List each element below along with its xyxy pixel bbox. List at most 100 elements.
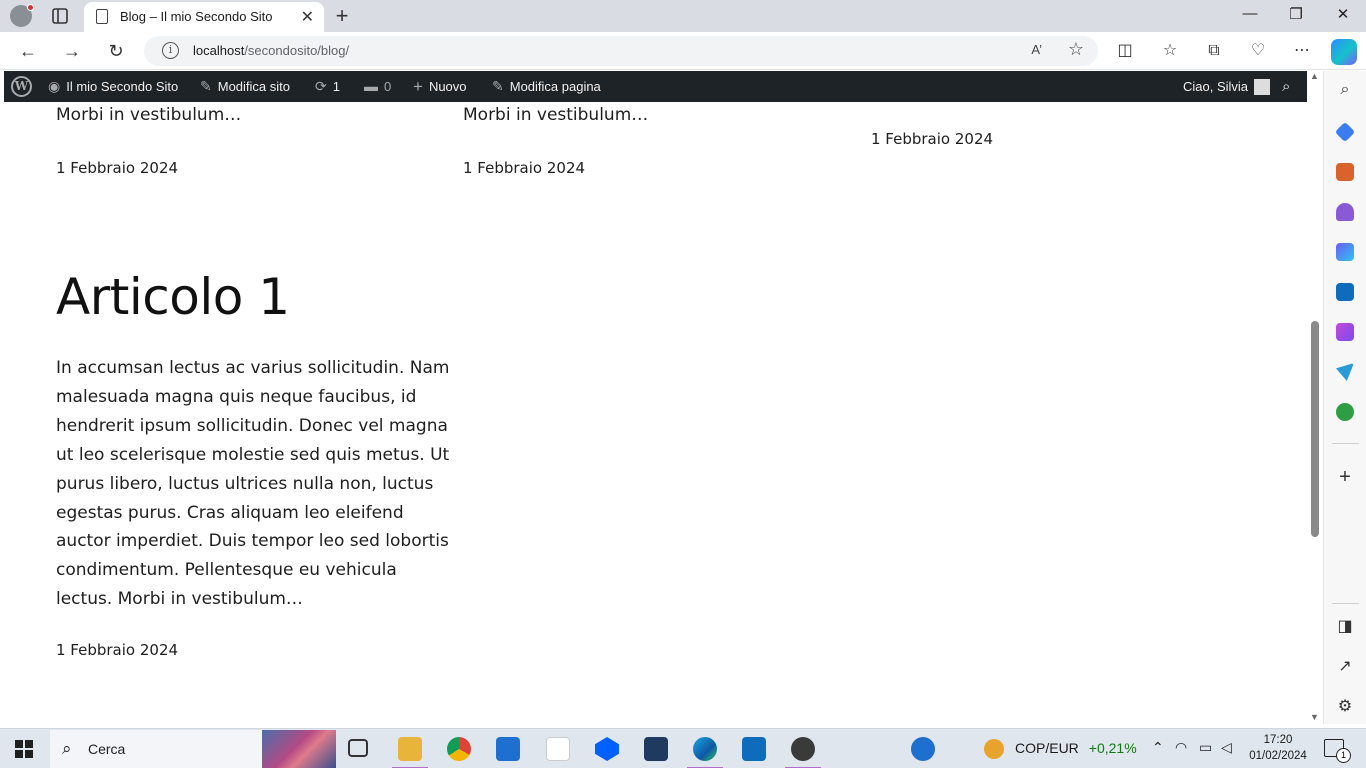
gear-icon[interactable]: ⚙ xyxy=(1334,696,1356,716)
address-bar-row: ← → ↻ i localhost/secondosito/blog/ A’ ☆… xyxy=(0,32,1366,70)
back-button[interactable]: ← xyxy=(16,39,40,63)
restore-button[interactable]: ❐ xyxy=(1286,5,1306,23)
search-highlight-image xyxy=(262,730,336,768)
post-date-main: 1 Febbraio 2024 xyxy=(56,641,179,659)
chrome-icon[interactable] xyxy=(447,737,471,761)
copilot-app-icon[interactable] xyxy=(1336,243,1354,261)
notification-badge: 1 xyxy=(1336,748,1351,763)
updates-count: 1 xyxy=(332,79,340,94)
admin-bar-updates[interactable]: ⟳ 1 xyxy=(315,71,340,102)
user-avatar-icon xyxy=(1254,78,1271,95)
taskbar-search-label: Cerca xyxy=(88,741,126,757)
taskbar-search[interactable]: ⌕ Cerca xyxy=(50,730,336,768)
copilot-icon[interactable] xyxy=(1331,39,1357,65)
edge-icon[interactable] xyxy=(687,737,723,768)
collections-icon[interactable]: ⧉ xyxy=(1202,39,1226,63)
page-scrollbar[interactable]: ▲ ▼ xyxy=(1307,71,1323,724)
favorite-star-icon[interactable]: ☆ xyxy=(1068,39,1084,60)
page-content: Morbi in vestibulum… Morbi in vestibulum… xyxy=(4,102,1307,724)
plus-icon: + xyxy=(413,77,423,96)
url-text[interactable]: localhost/secondosito/blog/ xyxy=(193,43,349,58)
tag-icon[interactable] xyxy=(1334,121,1356,143)
address-bar[interactable]: i localhost/secondosito/blog/ A’ ☆ xyxy=(144,36,1098,66)
site-name-label: Il mio Secondo Sito xyxy=(66,79,179,94)
outlook-icon[interactable] xyxy=(1336,283,1354,301)
powershell-icon[interactable] xyxy=(644,737,668,761)
minimize-button[interactable]: — xyxy=(1240,5,1260,22)
close-window-button[interactable]: ✕ xyxy=(1333,5,1353,23)
help-icon[interactable] xyxy=(911,737,935,761)
file-explorer-icon[interactable] xyxy=(392,737,428,768)
customize-label: Modifica sito xyxy=(217,79,290,94)
close-tab-icon[interactable]: ✕ xyxy=(301,7,314,27)
task-view-icon[interactable] xyxy=(348,739,368,757)
updates-icon: ⟳ xyxy=(315,78,327,94)
plus-icon[interactable]: + xyxy=(1334,466,1356,489)
post-excerpt-end-1: Morbi in vestibulum… xyxy=(56,105,242,125)
browser-essentials-icon[interactable]: ♡ xyxy=(1246,39,1270,63)
admin-bar-edit-page[interactable]: ✎ Modifica pagina xyxy=(492,71,601,102)
wifi-icon[interactable]: ◠ xyxy=(1175,739,1187,756)
admin-bar-new[interactable]: + Nuovo xyxy=(413,71,467,102)
mail-icon[interactable] xyxy=(742,737,766,761)
coins-icon[interactable] xyxy=(984,739,1004,759)
sidebar-toggle-icon[interactable]: ◨ xyxy=(1334,616,1356,636)
briefcase-icon[interactable] xyxy=(1336,163,1354,181)
amazon-icon[interactable] xyxy=(546,737,570,761)
admin-bar-site-name[interactable]: ◉ Il mio Secondo Sito xyxy=(48,71,178,102)
edit-page-label: Modifica pagina xyxy=(509,79,601,94)
new-tab-button[interactable]: + xyxy=(330,3,354,29)
system-clock[interactable]: 17:20 01/02/2024 xyxy=(1248,732,1308,764)
scroll-down-icon[interactable]: ▼ xyxy=(1310,712,1319,722)
dashboard-icon: ◉ xyxy=(48,78,61,94)
chess-icon[interactable] xyxy=(1336,203,1354,221)
url-path: /secondosito/blog/ xyxy=(244,43,350,58)
tab-actions-icon[interactable] xyxy=(50,6,70,26)
edge-sidebar: ⌕ + ◨ ↗ ⚙ xyxy=(1323,71,1366,724)
more-options-icon[interactable]: ⋯ xyxy=(1290,39,1314,63)
browser-tab-strip: Blog – Il mio Secondo Sito ✕ + — ❐ ✕ xyxy=(0,0,1366,32)
admin-bar-search-icon[interactable]: ⌕ xyxy=(1282,71,1290,102)
market-ticker[interactable]: COP/EUR +0,21% xyxy=(1015,740,1137,756)
windows-taskbar: ⌕ Cerca COP/EUR +0,21% ⌃ ◠ ▭ ◁ 17:20 01/0… xyxy=(0,728,1366,768)
battery-icon[interactable]: ▭ xyxy=(1199,739,1212,756)
windows-start-icon[interactable] xyxy=(15,740,33,758)
site-info-icon[interactable]: i xyxy=(162,42,179,59)
volume-icon[interactable]: ◁ xyxy=(1221,739,1232,756)
greeting-label: Ciao, Silvia xyxy=(1183,79,1249,94)
post-date-2: 1 Febbraio 2024 xyxy=(463,159,586,177)
dropbox-icon[interactable] xyxy=(595,737,619,761)
store-icon[interactable] xyxy=(496,737,520,761)
tab-title: Blog – Il mio Secondo Sito xyxy=(120,9,273,24)
refresh-button[interactable]: ↻ xyxy=(104,39,128,63)
scroll-up-icon[interactable]: ▲ xyxy=(1310,71,1319,81)
comments-count: 0 xyxy=(384,79,392,94)
wordpress-logo-icon[interactable]: W xyxy=(11,76,32,97)
notification-center-icon[interactable]: 1 xyxy=(1324,739,1351,763)
chevron-up-icon[interactable]: ⌃ xyxy=(1152,739,1164,756)
post-title[interactable]: Articolo 1 xyxy=(56,268,290,326)
forward-button[interactable]: → xyxy=(60,39,84,63)
pencil-icon: ✎ xyxy=(492,78,504,94)
notification-dot xyxy=(27,4,34,11)
external-link-icon[interactable]: ↗ xyxy=(1334,656,1356,676)
post-date-3: 1 Febbraio 2024 xyxy=(871,130,994,148)
github-icon[interactable] xyxy=(785,737,821,768)
profile-avatar-icon[interactable] xyxy=(10,4,34,27)
search-icon[interactable]: ⌕ xyxy=(1334,81,1356,99)
active-tab[interactable]: Blog – Il mio Secondo Sito ✕ xyxy=(84,2,324,32)
tree-icon[interactable] xyxy=(1336,403,1354,421)
designer-icon[interactable] xyxy=(1336,323,1354,341)
split-screen-icon[interactable]: ◫ xyxy=(1113,39,1137,63)
post-excerpt-end-2: Morbi in vestibulum… xyxy=(463,105,649,125)
admin-bar-account[interactable]: Ciao, Silvia xyxy=(1183,71,1271,102)
scrollbar-thumb[interactable] xyxy=(1311,321,1319,537)
post-date-1: 1 Febbraio 2024 xyxy=(56,159,179,177)
page-favicon-icon xyxy=(96,9,108,24)
send-icon[interactable] xyxy=(1336,363,1354,381)
favorites-icon[interactable]: ☆ xyxy=(1158,39,1182,63)
clock-date: 01/02/2024 xyxy=(1249,750,1307,762)
admin-bar-comments[interactable]: ▬ 0 xyxy=(364,71,391,102)
admin-bar-customize[interactable]: ✎ Modifica sito xyxy=(200,71,290,102)
read-aloud-icon[interactable]: A’ xyxy=(1031,42,1042,57)
